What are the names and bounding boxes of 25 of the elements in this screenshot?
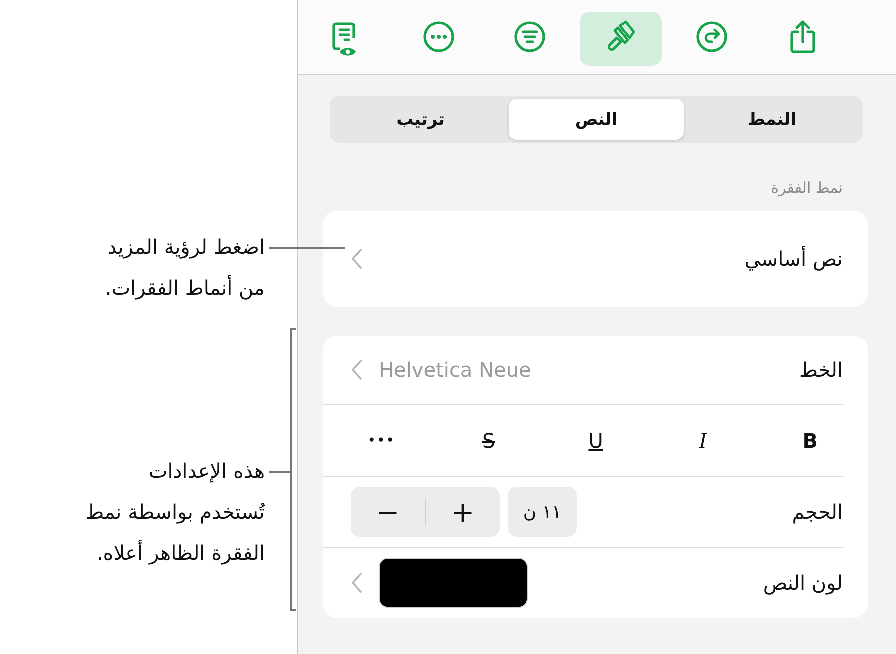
tab[interactable]: النمط xyxy=(684,99,860,140)
more-button[interactable]: ••• xyxy=(362,430,402,450)
chevron-icon xyxy=(351,359,363,381)
color-swatch[interactable] xyxy=(379,558,528,608)
callout-text: اضغط لرؤية المزيد من أنماط الفقرات. xyxy=(104,234,265,302)
leader-line xyxy=(269,471,290,473)
text-color-label: لون النص xyxy=(762,571,843,595)
paragraph-style-row[interactable]: نص أساسي xyxy=(323,211,868,307)
size-value[interactable]: ١١ ن xyxy=(508,487,577,537)
bold-button[interactable]: B xyxy=(796,426,824,454)
strikethrough-button[interactable]: S xyxy=(476,426,502,454)
increase-button[interactable]: + xyxy=(426,487,500,537)
callout-text: هذه الإعدادات تُستخدم بواسطة نمط الفقرة الظاهر أعلاه. xyxy=(84,458,265,567)
decrease-button[interactable]: − xyxy=(351,487,425,537)
tab[interactable]: النص xyxy=(508,99,684,140)
section-header: نمط الفقرة xyxy=(770,178,844,199)
underline-button[interactable]: U xyxy=(582,426,610,454)
size-label: الحجم xyxy=(791,500,843,524)
italic-button[interactable]: I xyxy=(693,426,714,454)
chevron-icon xyxy=(351,248,363,270)
tab[interactable]: ترتيب xyxy=(332,99,509,140)
font-label: الخط xyxy=(798,358,843,382)
style-name: نص أساسي xyxy=(744,247,843,271)
chevron-icon xyxy=(351,572,363,594)
toolbar-button[interactable] xyxy=(580,12,662,66)
